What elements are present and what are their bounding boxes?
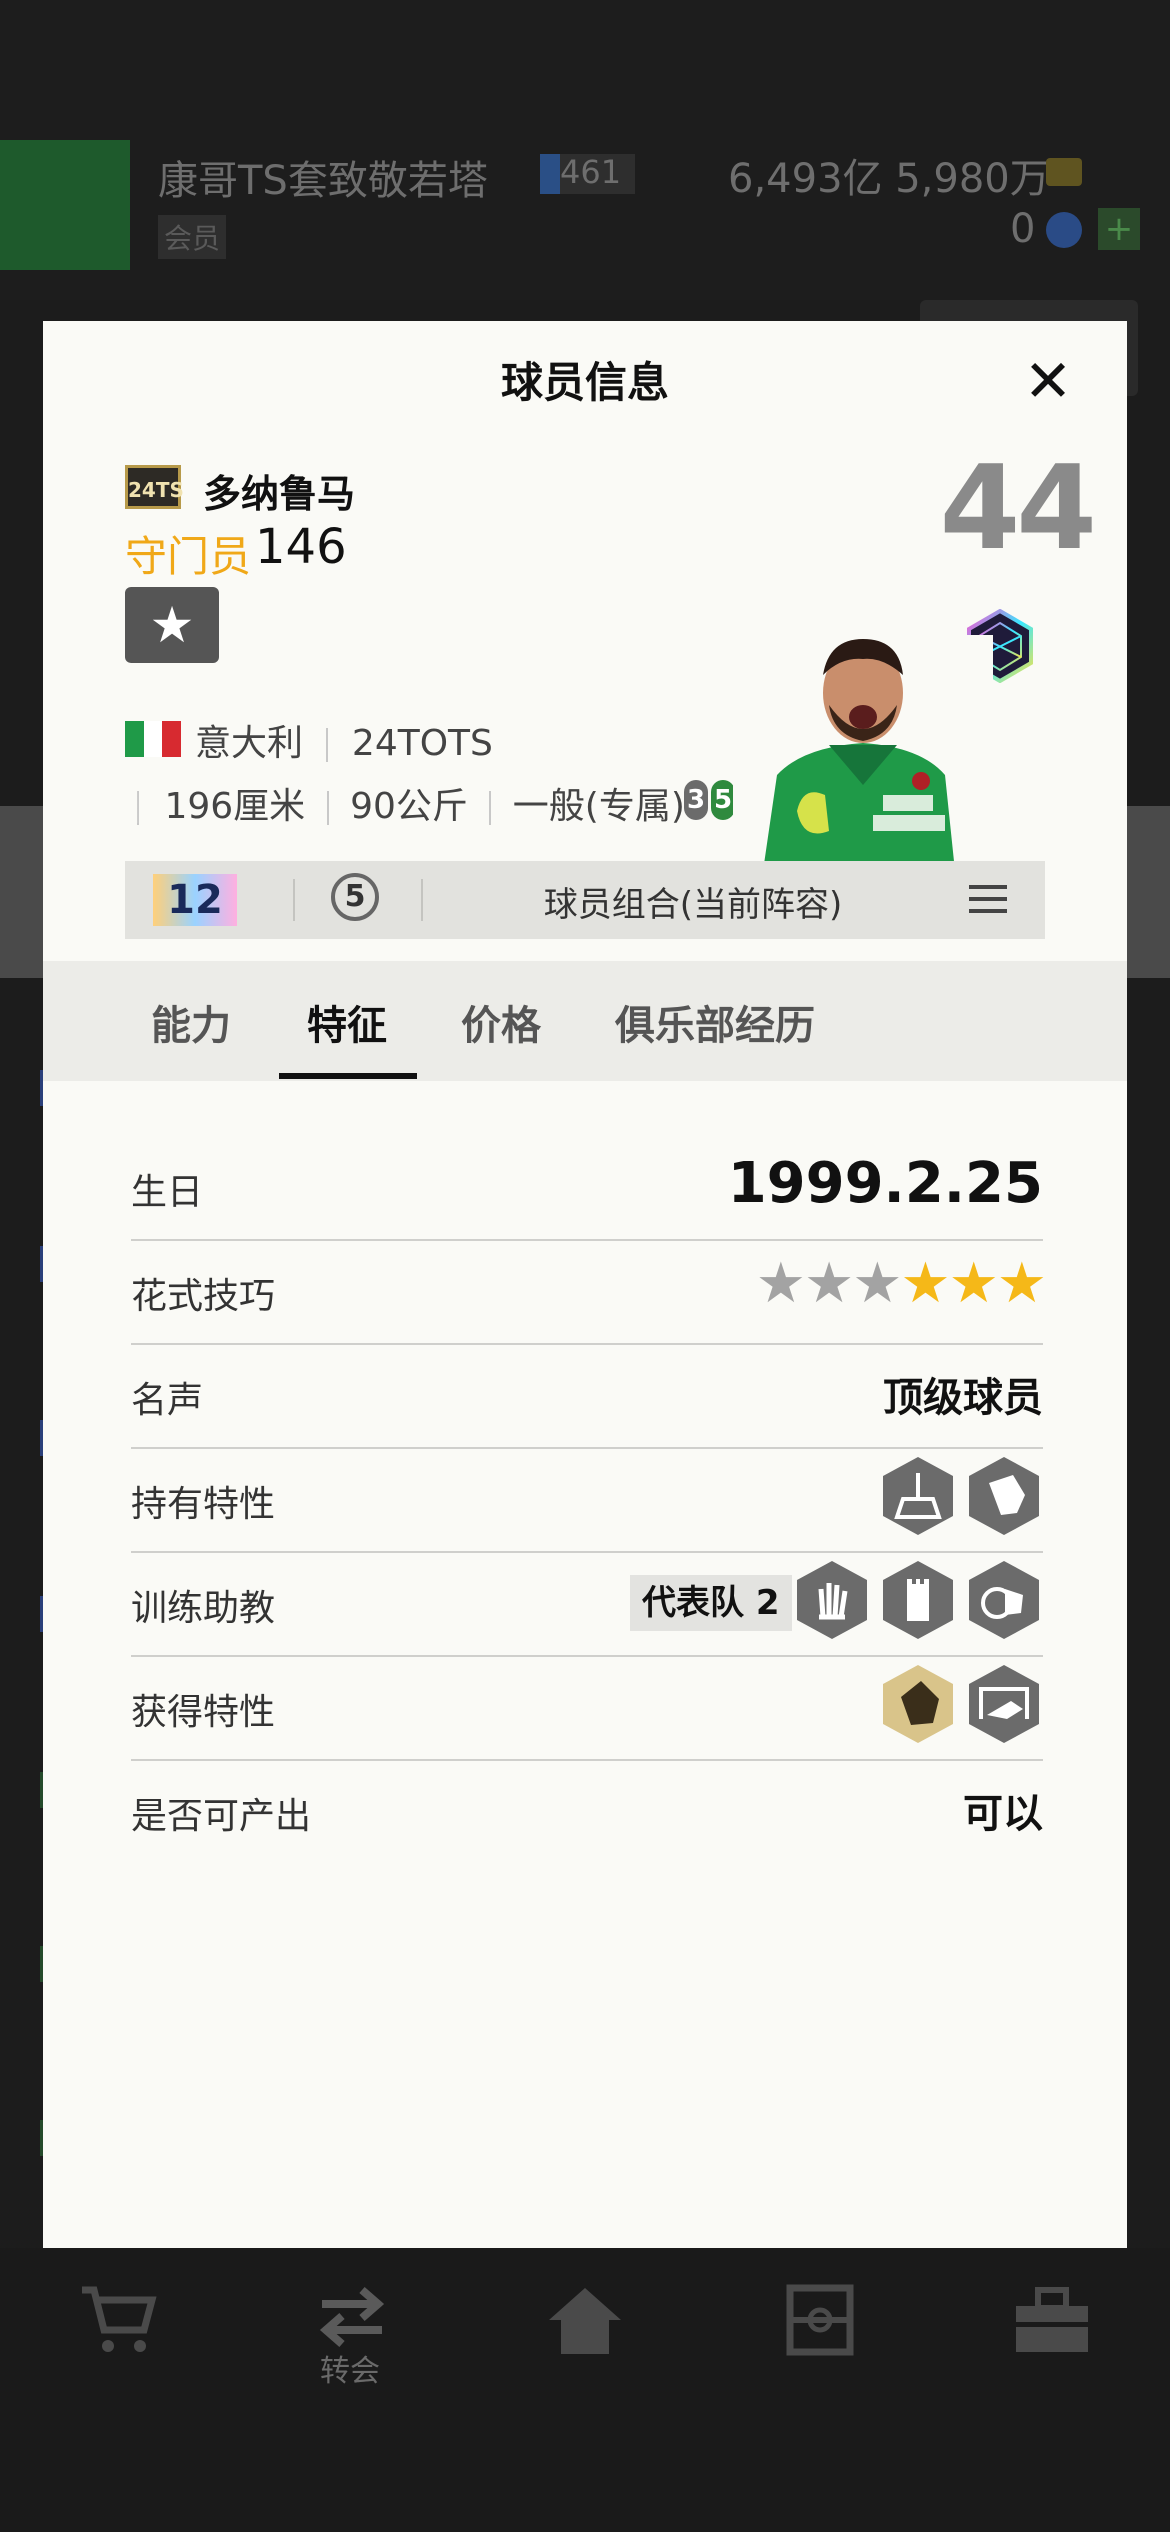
cart-icon[interactable] — [78, 2284, 158, 2356]
team-level: 461 — [560, 153, 622, 191]
star-empty-icon: ★ — [755, 1251, 806, 1316]
nation-line: 意大利 24TOTS — [195, 714, 493, 766]
season-badge: 24TS — [125, 465, 184, 509]
home-icon[interactable] — [545, 2284, 625, 2356]
team-name: 康哥TS套致敬若塔 — [158, 158, 488, 204]
menu-icon[interactable] — [969, 885, 1007, 915]
modal-title: 球员信息 — [500, 358, 669, 407]
money-amount: 6,493亿 5,980万 — [728, 156, 1050, 202]
tab-traits[interactable]: 特征 — [307, 993, 387, 1051]
star-filled-icon: ★ — [900, 1251, 950, 1316]
divider — [326, 728, 329, 762]
member-tag: 会员 — [158, 215, 227, 259]
nav-transfer-label: 转会 — [320, 2354, 380, 2389]
combo-count: 5 — [331, 873, 379, 921]
skill-moves-stars: ★★★★★★ — [713, 1251, 1047, 1316]
divider — [131, 1551, 1043, 1553]
divider — [131, 1655, 1043, 1657]
player-name: 多纳鲁马 — [203, 472, 356, 516]
formation-icon[interactable] — [780, 2284, 860, 2356]
coach-icon-tower[interactable] — [881, 1559, 955, 1641]
nation-name: 意大利 — [195, 723, 304, 764]
money-icon — [1046, 158, 1082, 186]
star-empty-icon: ★ — [803, 1251, 854, 1316]
acquired-icon-goal-dive[interactable] — [967, 1663, 1041, 1745]
player-position: 守门员 — [125, 532, 252, 581]
tab-ability[interactable]: 能力 — [151, 993, 231, 1051]
team-level-bar — [540, 154, 560, 194]
weak-foot-left: 3 — [684, 780, 708, 820]
divider — [131, 1239, 1043, 1241]
close-icon[interactable]: ✕ — [1018, 351, 1078, 411]
scroll-fade — [123, 777, 139, 823]
acquired-icon-gold-glove[interactable] — [881, 1663, 955, 1745]
tab-club-history[interactable]: 俱乐部经历 — [615, 993, 815, 1051]
coin-icon — [1046, 212, 1082, 248]
tradable-label: 是否可产出 — [131, 1796, 312, 1837]
season-name: 24TOTS — [351, 723, 493, 764]
divider — [131, 1343, 1043, 1345]
divider — [489, 791, 492, 825]
toolbox-icon[interactable] — [1012, 2284, 1092, 2356]
flag-icon — [125, 721, 182, 757]
star-empty-icon: ★ — [852, 1251, 902, 1316]
divider — [131, 1447, 1043, 1449]
physical-line: 196厘米 90公斤 一般(专属) — [137, 777, 685, 829]
tab-price[interactable]: 价格 — [461, 993, 541, 1051]
add-coins-button[interactable]: + — [1098, 208, 1140, 250]
divider — [421, 879, 423, 921]
divider — [326, 791, 329, 825]
divider — [131, 1759, 1043, 1761]
player-ovr: 146 — [255, 519, 347, 575]
trait-icon-sweeper[interactable] — [881, 1455, 955, 1537]
star-filled-icon: ★ — [996, 1251, 1047, 1316]
coin-amount: 0 — [1010, 206, 1036, 252]
fame-value: 顶级球员 — [883, 1375, 1043, 1421]
coach-label: 训练助教 — [131, 1588, 276, 1629]
team-badge[interactable] — [0, 140, 130, 270]
star-icon[interactable]: ★ — [125, 587, 219, 663]
divider — [293, 879, 295, 921]
star-filled-icon: ★ — [948, 1251, 999, 1316]
coach-icon-punch[interactable] — [967, 1559, 1041, 1641]
player-body-type: 一般(专属) — [512, 786, 685, 827]
birthday-value: 1999.2.25 — [727, 1151, 1043, 1216]
weak-foot-right: 5 — [711, 780, 735, 820]
fame-label: 名声 — [131, 1380, 204, 1421]
birthday-label: 生日 — [131, 1172, 204, 1213]
coach-tag: 代表队 2 — [630, 1575, 792, 1631]
coach-icon-hand[interactable] — [795, 1559, 869, 1641]
traits-label: 持有特性 — [131, 1484, 276, 1525]
player-photo — [733, 635, 993, 871]
active-tab-indicator — [279, 1073, 417, 1079]
combo-level-badge: 12 — [153, 874, 237, 926]
player-weight: 90公斤 — [350, 786, 468, 827]
player-ovr-large: 44 — [939, 441, 1097, 576]
acquired-traits-label: 获得特性 — [131, 1692, 276, 1733]
skill-moves-label: 花式技巧 — [131, 1276, 276, 1317]
trait-icon-glove[interactable] — [967, 1455, 1041, 1537]
player-height: 196厘米 — [164, 786, 306, 827]
tradable-value: 可以 — [963, 1791, 1043, 1837]
combo-label: 球员组合(当前阵容) — [543, 885, 843, 925]
player-info-modal: 球员信息 ✕ 24TS 多纳鲁马 守门员 146 44 ★ 意大利 24TOTS… — [43, 321, 1127, 2248]
